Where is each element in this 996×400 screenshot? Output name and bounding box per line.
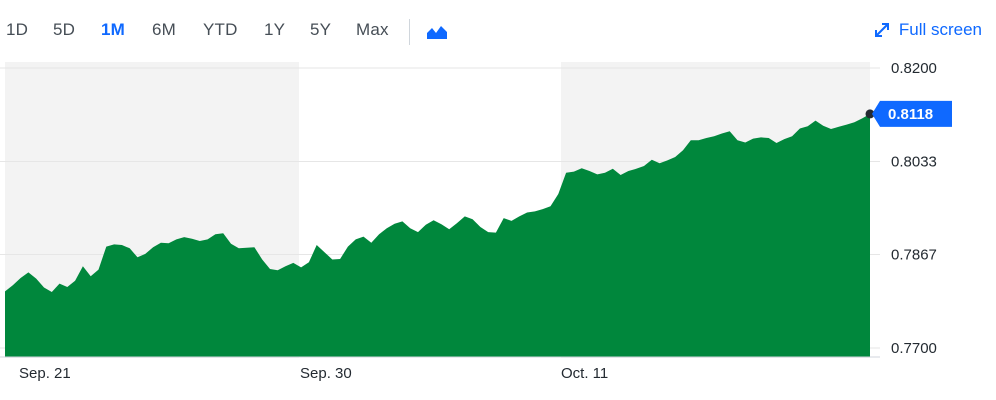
y-tick-label: 0.7700	[891, 340, 937, 357]
x-tick-label: Sep. 30	[300, 365, 352, 382]
y-tick-label: 0.8033	[891, 154, 937, 171]
price-chart[interactable]: 0.8200 0.8033 0.7867 0.7700 Sep. 21 Sep.…	[0, 0, 996, 400]
x-tick-label: Oct. 11	[561, 365, 608, 382]
y-tick-label: 0.7867	[891, 246, 937, 263]
x-tick-label: Sep. 21	[19, 365, 71, 382]
y-tick-label: 0.8200	[891, 60, 937, 77]
current-price-label: 0.8118	[888, 106, 933, 123]
